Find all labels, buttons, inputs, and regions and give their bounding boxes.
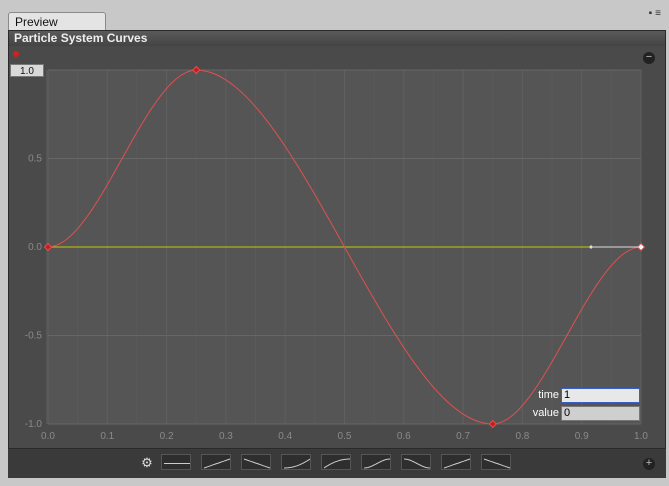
- y-tick-label: 0.5: [28, 154, 42, 165]
- x-tick-label: 0.8: [515, 431, 529, 442]
- preset-ease-out[interactable]: [321, 454, 351, 470]
- preview-window: Preview ▪ ≡ Particle System Curves 0.0 0.…: [0, 0, 669, 486]
- preset-curve-icon: [443, 458, 471, 469]
- preset-linear-up[interactable]: [201, 454, 231, 470]
- preset-curve-icon: [363, 458, 391, 469]
- x-tick-labels: 0.0 0.1 0.2 0.3 0.4 0.5 0.6 0.7 0.8 0.9 1.0: [41, 431, 648, 442]
- preset-curve-icon: [203, 458, 231, 469]
- time-input[interactable]: 1: [561, 388, 640, 403]
- preset-linear-down-2[interactable]: [481, 454, 511, 470]
- value-label: value: [532, 407, 559, 419]
- x-tick-label: 0.2: [160, 431, 174, 442]
- x-tick-label: 1.0: [634, 431, 648, 442]
- x-tick-label: 0.9: [575, 431, 589, 442]
- x-tick-label: 0.5: [338, 431, 352, 442]
- preset-curve-icon: [483, 458, 511, 469]
- x-tick-label: 0.0: [41, 431, 55, 442]
- x-tick-label: 0.1: [100, 431, 114, 442]
- preset-curve-icon: [243, 458, 271, 469]
- add-curve-button[interactable]: +: [643, 458, 655, 470]
- x-tick-label: 0.7: [456, 431, 470, 442]
- y-tick-label: 0.0: [28, 242, 42, 253]
- preset-flat[interactable]: [161, 454, 191, 470]
- gear-icon[interactable]: ⚙: [140, 456, 154, 470]
- y-max-field[interactable]: 1.0: [10, 64, 44, 77]
- preset-curve-icon: [403, 458, 431, 469]
- x-tick-label: 0.6: [397, 431, 411, 442]
- y-tick-label: -1.0: [25, 419, 43, 430]
- preset-curve-icon: [164, 463, 190, 464]
- remove-curve-button[interactable]: −: [643, 52, 655, 64]
- value-input[interactable]: 0: [561, 406, 640, 421]
- x-tick-label: 0.3: [219, 431, 233, 442]
- x-tick-label: 0.4: [278, 431, 292, 442]
- y-tick-label: -0.5: [25, 331, 43, 342]
- preset-linear-down[interactable]: [241, 454, 271, 470]
- preset-ease-in[interactable]: [281, 454, 311, 470]
- preset-ease-in-out-up[interactable]: [361, 454, 391, 470]
- curve-color-dot[interactable]: [13, 51, 19, 57]
- preset-ease-in-out-down[interactable]: [401, 454, 431, 470]
- preset-linear-up-2[interactable]: [441, 454, 471, 470]
- time-label: time: [538, 389, 559, 401]
- preset-curve-icon: [284, 458, 311, 469]
- y-tick-labels: 0.5 0.0 -0.5 -1.0: [25, 154, 43, 431]
- preset-curve-icon: [323, 458, 350, 469]
